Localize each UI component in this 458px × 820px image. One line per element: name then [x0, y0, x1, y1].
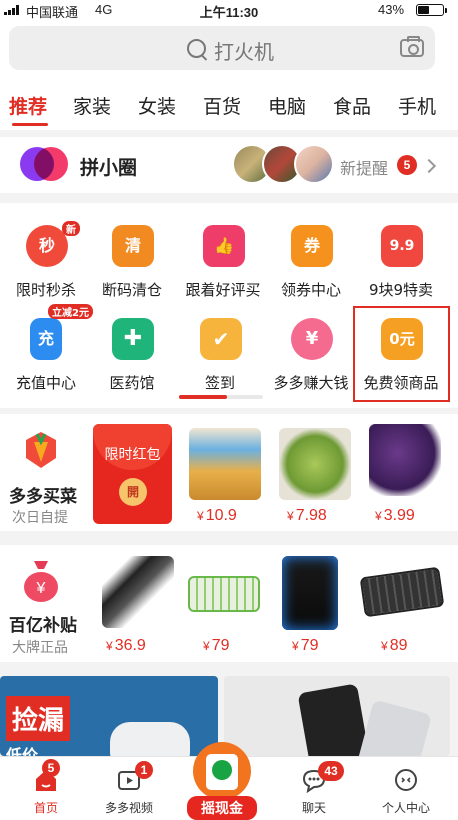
pc-case-product-image[interactable]	[282, 556, 338, 630]
bargain-banner[interactable]: 捡漏 低价...	[0, 676, 218, 756]
piggy-bank-icon: ¥	[291, 318, 333, 360]
grid-item-top-up[interactable]: 充 立减2元 充值中心	[0, 300, 93, 400]
shake-cash-button[interactable]: 摇现金	[187, 742, 257, 820]
tab-food[interactable]: 食品	[333, 92, 371, 119]
product-price: ¥79	[203, 637, 230, 654]
tab-home[interactable]: 5 首页	[0, 757, 92, 820]
subsidy-subtitle: 大牌正品	[12, 640, 68, 656]
tab-label: 聊天	[301, 801, 326, 815]
tab-label: 多多视频	[104, 801, 153, 815]
snack-product-image[interactable]	[189, 428, 261, 500]
grid-item-label: 断码清仓	[101, 281, 162, 299]
banner-row: 捡漏 低价...	[0, 672, 458, 756]
open-coin-icon: 開	[119, 478, 147, 506]
search-bar[interactable]: 打火机	[9, 26, 435, 70]
grocery-subtitle: 次日自提	[12, 510, 68, 526]
phone-case-image	[297, 683, 371, 756]
grape-product-image[interactable]	[369, 424, 441, 496]
category-tabs: 推荐 家装 女装 百货 电脑 食品 手机	[0, 92, 458, 126]
red-packet-button[interactable]: 限时红包 開	[93, 424, 172, 524]
phone-case-image	[355, 699, 433, 756]
tab-womens-clothing[interactable]: 女装	[138, 92, 176, 119]
chat-badge: 43	[318, 761, 344, 781]
earbuds-image	[110, 722, 190, 756]
product-price: ¥3.99	[375, 507, 415, 524]
tab-chat[interactable]: 43 聊天	[268, 757, 360, 820]
carrot-icon	[26, 432, 56, 468]
product-price: ¥10.9	[197, 507, 237, 524]
grid-item-label: 跟着好评买	[185, 281, 261, 299]
search-placeholder[interactable]: 打火机	[214, 36, 274, 65]
product-price: ¥36.9	[106, 637, 146, 654]
grid-item-label: 多多赚大钱	[273, 374, 349, 392]
camera-icon[interactable]	[400, 36, 424, 57]
grid-item-label: 领券中心	[280, 281, 341, 299]
bargain-subtitle: 低价...	[6, 746, 57, 756]
grid-item-coupon-center[interactable]: 券 领券中心	[265, 207, 357, 307]
highlight-outline	[353, 306, 450, 402]
new-reminder-label: 新提醒	[340, 159, 389, 178]
keyboard-product-image[interactable]	[188, 576, 260, 612]
saw-product-image[interactable]	[102, 556, 174, 628]
tab-label: 首页	[33, 801, 58, 815]
videos-badge: 1	[135, 761, 153, 779]
price-tag-icon: 9.9	[381, 225, 423, 267]
pin-circle-logo	[20, 147, 68, 181]
battery-icon	[416, 4, 447, 16]
search-icon	[187, 39, 206, 58]
grid-item-good-reviews[interactable]: 👍 跟着好评买	[177, 207, 269, 307]
grid-item-check-in[interactable]: ✔ 签到	[174, 300, 266, 400]
svg-text:¥: ¥	[36, 580, 46, 597]
tab-recommend[interactable]: 推荐	[9, 92, 47, 119]
tab-home-decor[interactable]: 家装	[73, 92, 111, 119]
pin-circle-section[interactable]: 拼小圈 新提醒 5	[0, 137, 458, 193]
grid-item-9-9-sale[interactable]: 9.9 9块9特卖	[355, 207, 447, 307]
new-tag: 新	[62, 221, 80, 236]
grid-scroll-indicator	[179, 395, 263, 399]
grid-item-label: 医药馆	[109, 374, 155, 392]
grid-item-label: 限时秒杀	[15, 281, 76, 299]
status-bar: 中国联通 4G 上午11:30 43%	[0, 0, 458, 20]
product-price: ¥79	[292, 637, 319, 654]
header: 打火机 推荐 家装 女装 百货 电脑 食品 手机	[0, 20, 458, 130]
product-price: ¥7.98	[287, 507, 327, 524]
shake-icon	[212, 760, 232, 780]
money-bag-icon: ¥	[24, 561, 58, 602]
reminder-count-badge: 5	[397, 155, 417, 175]
grocery-title: 多多买菜	[9, 487, 77, 507]
grid-item-label: 9块9特卖	[368, 281, 434, 299]
tab-profile[interactable]: 个人中心	[360, 757, 452, 820]
tab-computers[interactable]: 电脑	[268, 92, 306, 119]
grid-item-label: 签到	[204, 374, 235, 392]
tab-videos[interactable]: 1 多多视频	[83, 757, 175, 820]
red-packet-label: 限时红包	[104, 447, 161, 463]
phone-icon: 充	[30, 318, 62, 360]
grid-item-pharmacy[interactable]: ✚ 医药馆	[86, 300, 178, 400]
bargain-tag: 捡漏	[6, 696, 71, 741]
grid-item-flash-sale[interactable]: 秒 新 限时秒杀	[0, 207, 92, 307]
subsidy-title: 百亿补贴	[9, 616, 77, 636]
smiley-face-icon	[395, 769, 417, 791]
avatar	[294, 144, 334, 184]
tab-general-goods[interactable]: 百货	[203, 92, 241, 119]
tab-label: 个人中心	[381, 801, 430, 815]
ticket-icon: 券	[291, 225, 333, 267]
grid-item-earn-money[interactable]: ¥ 多多赚大钱	[265, 300, 357, 400]
grid-item-label: 充值中心	[15, 374, 76, 392]
tab-phones[interactable]: 手机	[398, 92, 436, 119]
truck-icon: 清	[112, 225, 154, 267]
medical-kit-icon: ✚	[112, 318, 154, 360]
battery-percent: 43%	[378, 2, 405, 17]
pin-circle-title: 拼小圈	[80, 157, 138, 179]
chevron-right-icon	[421, 158, 437, 174]
shake-cash-label: 摇现金	[187, 796, 257, 820]
phone-case-banner[interactable]	[224, 676, 450, 756]
active-tab-indicator	[12, 123, 48, 126]
thumbs-up-icon: 👍	[203, 225, 245, 267]
vegetable-product-image[interactable]	[279, 428, 351, 500]
home-badge: 5	[42, 759, 60, 777]
product-price: ¥89	[381, 637, 408, 654]
grid-item-clearance[interactable]: 清 断码清仓	[86, 207, 178, 307]
calendar-check-icon: ✔	[200, 318, 242, 360]
